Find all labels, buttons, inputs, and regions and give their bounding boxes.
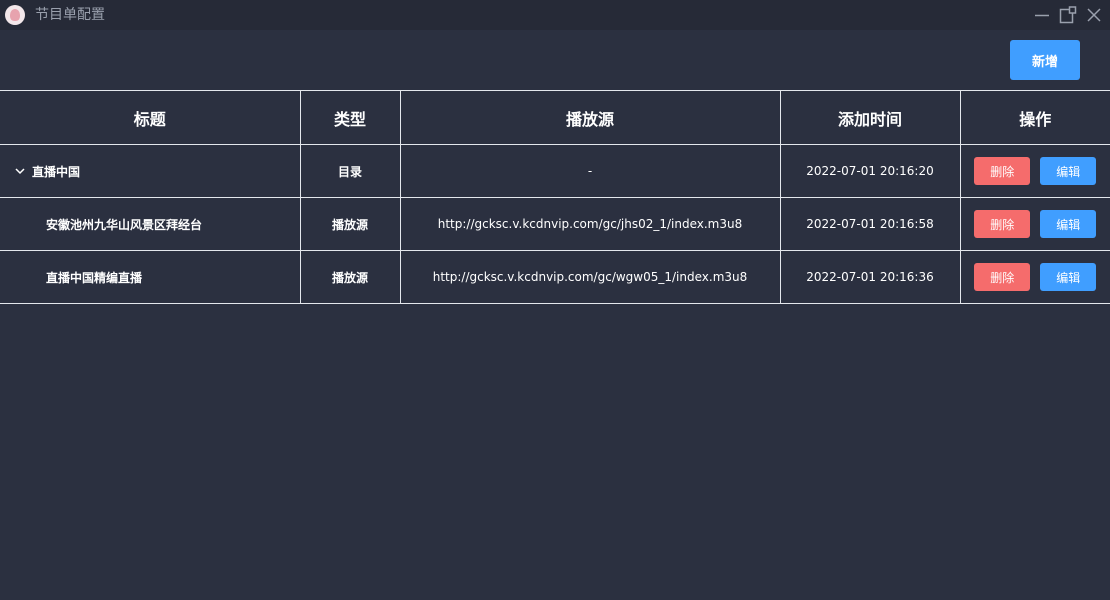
table-row: 直播中国 目录 - 2022-07-01 20:16:20 删除 编辑 [0, 144, 1110, 198]
app-logo-icon [5, 5, 25, 25]
window-title: 节目单配置 [35, 7, 105, 23]
title-bar: 节目单配置 [0, 0, 1110, 30]
delete-button[interactable]: 删除 [974, 210, 1031, 238]
row-title: 直播中国精编直播 [46, 270, 143, 285]
header-title: 标题 [0, 90, 301, 145]
row-type: 播放源 [299, 250, 401, 304]
row-source: http://gcksc.v.kcdnvip.com/gc/wgw05_1/in… [399, 250, 781, 304]
row-type: 播放源 [299, 197, 401, 251]
minimize-icon [1035, 14, 1049, 17]
row-title-cell: 安徽池州九华山风景区拜经台 [0, 197, 301, 251]
add-button[interactable]: 新增 [1010, 40, 1080, 80]
table-header-row: 标题 类型 播放源 添加时间 操作 [0, 90, 1110, 145]
program-table: 标题 类型 播放源 添加时间 操作 直播中国 目录 - 2022-07-01 2… [0, 90, 1110, 304]
row-title-cell: 直播中国精编直播 [0, 250, 301, 304]
edit-button[interactable]: 编辑 [1040, 263, 1097, 291]
row-title-cell: 直播中国 [0, 144, 301, 198]
row-actions: 删除 编辑 [959, 144, 1110, 198]
edit-button[interactable]: 编辑 [1040, 157, 1097, 185]
delete-button[interactable]: 删除 [974, 263, 1031, 291]
header-actions: 操作 [959, 90, 1110, 145]
row-time: 2022-07-01 20:16:20 [779, 144, 961, 198]
close-icon [1087, 8, 1101, 22]
header-time: 添加时间 [779, 90, 961, 145]
table-row: 安徽池州九华山风景区拜经台 播放源 http://gcksc.v.kcdnvip… [0, 197, 1110, 251]
row-source: - [399, 144, 781, 198]
row-time: 2022-07-01 20:16:58 [779, 197, 961, 251]
maximize-button[interactable] [1058, 5, 1078, 25]
delete-button[interactable]: 删除 [974, 157, 1031, 185]
chevron-down-icon[interactable] [14, 165, 26, 177]
row-title: 直播中国 [32, 164, 81, 179]
header-source: 播放源 [399, 90, 781, 145]
row-source: http://gcksc.v.kcdnvip.com/gc/jhs02_1/in… [399, 197, 781, 251]
table-row: 直播中国精编直播 播放源 http://gcksc.v.kcdnvip.com/… [0, 250, 1110, 304]
row-actions: 删除 编辑 [959, 250, 1110, 304]
header-type: 类型 [299, 90, 401, 145]
minimize-button[interactable] [1032, 5, 1052, 25]
row-actions: 删除 编辑 [959, 197, 1110, 251]
maximize-icon [1059, 6, 1077, 24]
close-button[interactable] [1084, 5, 1104, 25]
row-time: 2022-07-01 20:16:36 [779, 250, 961, 304]
edit-button[interactable]: 编辑 [1040, 210, 1097, 238]
row-title: 安徽池州九华山风景区拜经台 [46, 217, 203, 232]
row-type: 目录 [299, 144, 401, 198]
